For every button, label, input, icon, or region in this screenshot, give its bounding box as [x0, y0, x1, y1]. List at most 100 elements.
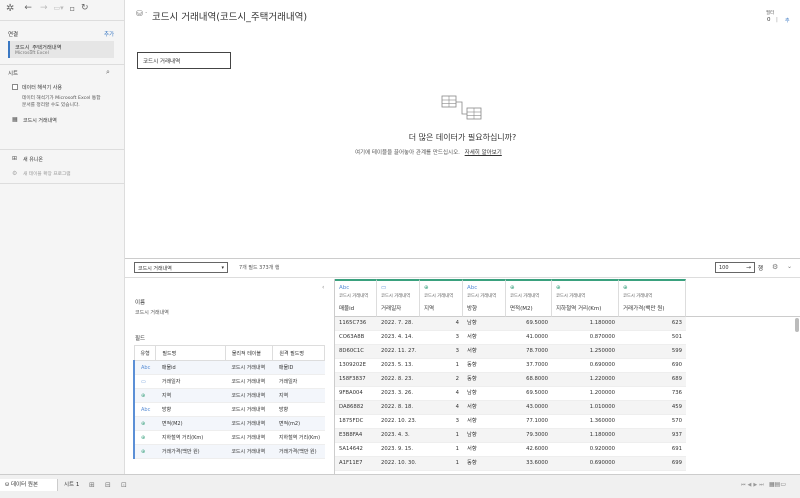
col-header-field-name[interactable]: 필드명	[155, 345, 226, 361]
new-dashboard-icon[interactable]: ⊟	[100, 479, 116, 491]
col-header-type[interactable]: 유형	[133, 345, 157, 361]
settings-gear-icon[interactable]: ⚙	[772, 263, 778, 271]
grid-cell[interactable]: 서향	[463, 401, 506, 415]
save-icon[interactable]: ▫	[70, 4, 75, 13]
col-header-physical-table[interactable]: 물리적 테이블	[224, 345, 274, 361]
grid-cell[interactable]: 689	[619, 373, 686, 387]
table-row[interactable]: Abc 매물id 코드시 거래내역 매물ID	[133, 360, 325, 375]
grid-cell[interactable]: 서향	[463, 415, 506, 429]
column-type-icon[interactable]: ⊕	[556, 285, 614, 291]
grid-cell[interactable]: 78.7000	[506, 345, 552, 359]
grid-cell[interactable]: 4	[420, 387, 463, 401]
grid-cell[interactable]: 1	[420, 457, 463, 471]
column-name[interactable]: 지하철역 거리(Km)	[556, 304, 614, 312]
field-name[interactable]: 면적(M2)	[155, 416, 226, 431]
table-row[interactable]: Abc 방향 코드시 거래내역 방향	[133, 402, 325, 417]
sheet-tab[interactable]: 시트 1	[59, 479, 84, 491]
grid-cell[interactable]: 1	[420, 429, 463, 443]
grid-column-header-subway-distance[interactable]: ⊕ 코드시 거래내역 지하철역 거리(Km)	[552, 279, 619, 317]
datasource-tab[interactable]: ⛁ 데이터 원본	[0, 479, 58, 491]
grid-cell[interactable]: 699	[619, 457, 686, 471]
grid-cell[interactable]: 서향	[463, 345, 506, 359]
new-story-icon[interactable]: ⊡	[116, 479, 132, 491]
learn-more-link[interactable]: 자세히 알아보기	[465, 150, 502, 156]
table-box[interactable]: 코드시 거래내역	[137, 52, 231, 69]
grid-cell[interactable]: 2022. 10. 30.	[377, 457, 420, 471]
filters-count[interactable]: 0	[767, 17, 771, 23]
grid-cell[interactable]: 서향	[463, 443, 506, 457]
table-row[interactable]: ⊕ 면적(M2) 코드시 거래내역 면적(m2)	[133, 416, 325, 431]
type-abc-icon[interactable]: Abc	[133, 360, 156, 375]
grid-cell[interactable]: 68.8000	[506, 373, 552, 387]
grid-cell[interactable]: 77.1000	[506, 415, 552, 429]
grid-cell[interactable]: 4	[420, 317, 463, 331]
grid-cell[interactable]: 736	[619, 387, 686, 401]
grid-cell[interactable]: 1.250000	[552, 345, 619, 359]
datasource-title[interactable]: 코드시 거래내역(코드시_주택거래내역)	[152, 9, 307, 23]
grid-cell[interactable]: 2023. 5. 13.	[377, 359, 420, 373]
type-date-icon[interactable]: ▭	[133, 374, 156, 389]
field-name[interactable]: 매물id	[155, 360, 226, 375]
grid-column-header-region[interactable]: ⊕ 코드시 거래내역 지역	[420, 279, 463, 317]
forward-icon[interactable]: →	[40, 3, 48, 13]
col-header-remote-field[interactable]: 원격 필드명	[272, 345, 325, 361]
column-type-icon[interactable]: ⊕	[424, 285, 458, 291]
grid-cell[interactable]: 0.690000	[552, 359, 619, 373]
sheet-item[interactable]: 코드시 거래내역	[23, 117, 57, 124]
grid-cell[interactable]: 남향	[463, 317, 506, 331]
grid-cell[interactable]: CO63A8B	[335, 331, 377, 345]
table-row[interactable]: ⊕ 지역 코드시 거래내역 지역	[133, 388, 325, 403]
grid-cell[interactable]: 158F3837	[335, 373, 377, 387]
column-type-icon[interactable]: Abc	[339, 285, 372, 291]
type-abc-icon[interactable]: Abc	[133, 402, 156, 417]
grid-cell[interactable]: 1.180000	[552, 429, 619, 443]
refresh-icon[interactable]: ↻	[81, 3, 89, 13]
grid-cell[interactable]: E3B8FA4	[335, 429, 377, 443]
column-name[interactable]: 지역	[424, 304, 458, 312]
grid-cell[interactable]: 690	[619, 359, 686, 373]
column-type-icon[interactable]: Abc	[467, 285, 501, 291]
grid-cell[interactable]: 1875FDC	[335, 415, 377, 429]
grid-cell[interactable]: 1309202E	[335, 359, 377, 373]
grid-cell[interactable]: 3	[420, 345, 463, 359]
type-number-icon[interactable]: ⊕	[133, 416, 156, 431]
grid-cell[interactable]: 79.3000	[506, 429, 552, 443]
column-type-icon[interactable]: ▭	[381, 285, 415, 291]
grid-column-header-area[interactable]: ⊕ 코드시 거래내역 면적(M2)	[506, 279, 552, 317]
grid-cell[interactable]: 5A14642	[335, 443, 377, 457]
search-icon[interactable]: ⌕	[106, 68, 110, 77]
rows-input[interactable]: 100 →	[715, 262, 755, 273]
grid-cell[interactable]: 599	[619, 345, 686, 359]
grid-cell[interactable]: DA86882	[335, 401, 377, 415]
grid-cell[interactable]: 43.0000	[506, 401, 552, 415]
grid-cell[interactable]: 501	[619, 331, 686, 345]
grid-column-header-direction[interactable]: Abc 코드시 거래내역 방향	[463, 279, 506, 317]
grid-cell[interactable]: 2	[420, 373, 463, 387]
grid-cell[interactable]: 42.6000	[506, 443, 552, 457]
collapse-left-icon[interactable]: ‹	[322, 284, 324, 291]
grid-cell[interactable]: 623	[619, 317, 686, 331]
new-union-item[interactable]: 새 유니온	[23, 156, 43, 163]
grid-cell[interactable]: 4	[420, 401, 463, 415]
type-number-icon[interactable]: ⊕	[133, 444, 156, 459]
chevron-down-icon[interactable]: ⌄	[787, 263, 792, 270]
datasource-menu-icon[interactable]: ▭▾	[53, 4, 63, 12]
column-type-icon[interactable]: ⊕	[510, 285, 547, 291]
grid-cell[interactable]: 1.010000	[552, 401, 619, 415]
grid-cell[interactable]: 41.0000	[506, 331, 552, 345]
field-name[interactable]: 방향	[155, 402, 226, 417]
grid-cell[interactable]: 남향	[463, 429, 506, 443]
table-row[interactable]: ▭ 거래일자 코드시 거래내역 거래일자	[133, 374, 325, 389]
column-name[interactable]: 방향	[467, 304, 501, 312]
grid-cell[interactable]: 9FBA004	[335, 387, 377, 401]
grid-cell[interactable]: 570	[619, 415, 686, 429]
new-sheet-icon[interactable]: ⊞	[84, 479, 100, 491]
add-connection-link[interactable]: 추가	[104, 30, 114, 38]
grid-cell[interactable]: 1165C736	[335, 317, 377, 331]
grid-cell[interactable]: 동향	[463, 359, 506, 373]
grid-cell[interactable]: 2023. 9. 15.	[377, 443, 420, 457]
grid-column-header-price[interactable]: ⊕ 코드시 거래내역 거래가격(백만 원)	[619, 279, 686, 317]
grid-cell[interactable]: 69.5000	[506, 387, 552, 401]
grid-cell[interactable]: 1.200000	[552, 387, 619, 401]
grid-cell[interactable]: 2022. 7. 28.	[377, 317, 420, 331]
